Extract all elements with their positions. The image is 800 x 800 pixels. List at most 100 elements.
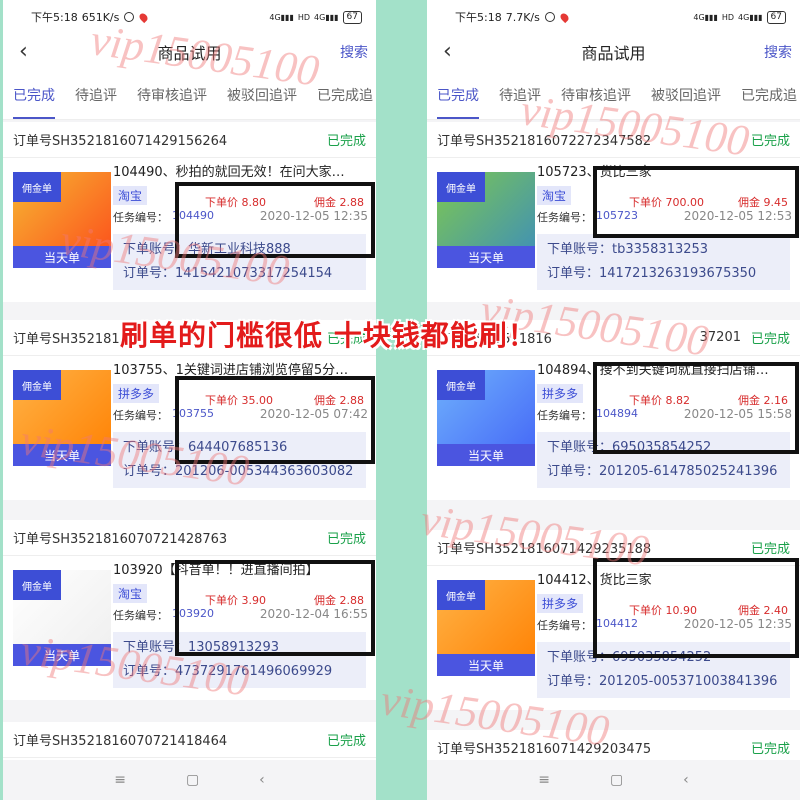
tab-completed-followup[interactable]: 已完成追 bbox=[731, 85, 800, 105]
order-date: 2020-12-05 12:53 bbox=[683, 209, 792, 223]
status-badge: 已完成 bbox=[750, 134, 790, 149]
platform-badge: 淘宝 bbox=[113, 186, 148, 205]
account-box: 下单账号：华新工业科技888 订单号：1415421073317254154 bbox=[113, 234, 366, 290]
status-badge: 已完成 bbox=[326, 734, 366, 749]
account-box: 下单账号：695035854252 订单号：201205-614785025241… bbox=[537, 432, 790, 488]
status-speed: 7.7K/s bbox=[505, 10, 540, 24]
order-number: 订单号SH3521816070721418464 bbox=[13, 734, 228, 749]
task-id: 103755 bbox=[172, 407, 214, 420]
task-label: 任务编号： bbox=[537, 619, 592, 632]
same-day-bar: 当天单 bbox=[437, 444, 535, 466]
platform-badge: 淘宝 bbox=[537, 186, 572, 205]
platform-badge: 拼多多 bbox=[537, 384, 584, 403]
order-account: 下单账号：695035854252 bbox=[547, 440, 712, 455]
product-thumbnail[interactable]: 佣金单 当天单 bbox=[437, 172, 535, 268]
commission-tag: 佣金单 bbox=[437, 172, 485, 202]
back-nav-icon[interactable]: ‹ bbox=[259, 772, 265, 788]
commission-tag: 佣金单 bbox=[13, 570, 61, 600]
order-card[interactable]: 订单号SH3521816070721418464 已完成 bbox=[3, 722, 376, 762]
order-price: 下单价 3.90 bbox=[205, 594, 266, 607]
order-price: 下单价 700.00 bbox=[629, 196, 704, 209]
location-icon bbox=[138, 11, 150, 23]
status-time: 下午5:18 bbox=[31, 11, 78, 24]
order-price: 下单价 10.90 bbox=[629, 604, 697, 617]
task-id: 104490 bbox=[172, 209, 214, 222]
status-time: 下午5:18 bbox=[455, 11, 502, 24]
status-bar: 下午5:18 7.7K/s 4G▮▮▮ HD 4G▮▮▮ 67 bbox=[427, 0, 800, 34]
tab-completed[interactable]: 已完成 bbox=[427, 85, 489, 119]
product-thumbnail[interactable]: 佣金单 当天单 bbox=[13, 172, 111, 268]
order-number: 订单号SH3521816071429203475 bbox=[437, 742, 652, 757]
order-account: 下单账号：644407685136 bbox=[123, 440, 288, 455]
commission-tag: 佣金单 bbox=[13, 370, 61, 400]
order-date: 2020-12-04 16:55 bbox=[259, 607, 368, 621]
tab-reviewing-followup[interactable]: 待审核追评 bbox=[551, 85, 641, 105]
same-day-bar: 当天单 bbox=[13, 444, 111, 466]
order-card[interactable]: 订单号SH3521816070721428763 已完成 佣金单 当天单 10392… bbox=[3, 520, 376, 700]
nav-bar: ‹ 商品试用 搜索 bbox=[3, 34, 376, 70]
status-badge: 已完成 bbox=[750, 542, 790, 557]
product-name: 104894、搜不到关键词就直接扫店铺… bbox=[537, 363, 769, 378]
task-label: 任务编号： bbox=[537, 211, 592, 224]
order-line: 订单号：1417213263193675350 bbox=[547, 266, 757, 281]
order-date: 2020-12-05 12:35 bbox=[259, 209, 368, 223]
order-line: 订单号：1415421073317254154 bbox=[123, 266, 333, 281]
menu-icon[interactable]: ≡ bbox=[114, 772, 126, 788]
product-thumbnail[interactable]: 佣金单 当天单 bbox=[437, 580, 535, 676]
commission: 佣金 2.88 bbox=[314, 394, 364, 407]
product-thumbnail[interactable]: 佣金单 当天单 bbox=[13, 570, 111, 666]
commission: 佣金 2.88 bbox=[314, 196, 364, 209]
order-number: 订单号SH3521816070721428763 bbox=[13, 532, 228, 547]
account-box: 下单账号：695035854252 订单号：201205-005371003841… bbox=[537, 642, 790, 698]
task-label: 任务编号： bbox=[113, 609, 168, 622]
order-number: 订单号SH3521816071429235188 bbox=[437, 542, 652, 557]
menu-icon[interactable]: ≡ bbox=[538, 772, 550, 788]
order-price: 下单价 8.82 bbox=[629, 394, 690, 407]
product-thumbnail[interactable]: 佣金单 当天单 bbox=[13, 370, 111, 466]
home-icon[interactable]: ▢ bbox=[610, 772, 623, 788]
page-title: 商品试用 bbox=[581, 44, 646, 63]
product-name: 103755、1关键词进店铺浏览停留5分… bbox=[113, 363, 349, 378]
tab-completed[interactable]: 已完成 bbox=[3, 85, 65, 119]
order-date: 2020-12-05 07:42 bbox=[259, 407, 368, 421]
order-date: 2020-12-05 12:35 bbox=[683, 617, 792, 631]
background-divider bbox=[376, 0, 427, 800]
platform-badge: 拼多多 bbox=[537, 594, 584, 613]
platform-badge: 拼多多 bbox=[113, 384, 160, 403]
task-label: 任务编号： bbox=[113, 409, 168, 422]
search-button[interactable]: 搜索 bbox=[340, 42, 368, 62]
tab-bar: 已完成 待追评 待审核追评 被驳回追评 已完成追 bbox=[427, 70, 800, 120]
order-number: 订单号SH3521816071429156264 bbox=[13, 134, 228, 149]
order-card[interactable]: 订单号SH3521816071429156264 已完成 佣金单 当天单 10449… bbox=[3, 122, 376, 302]
back-nav-icon[interactable]: ‹ bbox=[683, 772, 689, 788]
system-nav-bar: ≡ ▢ ‹ bbox=[427, 760, 800, 800]
signal-icon-2: 4G▮▮▮ bbox=[314, 12, 339, 22]
search-button[interactable]: 搜索 bbox=[764, 42, 792, 62]
same-day-bar: 当天单 bbox=[13, 644, 111, 666]
task-id: 104412 bbox=[596, 617, 638, 630]
status-badge: 已完成 bbox=[326, 134, 366, 149]
order-card[interactable]: 订单号SH3521816072272347582 已完成 佣金单 当天单 10572… bbox=[427, 122, 800, 302]
product-thumbnail[interactable]: 佣金单 当天单 bbox=[437, 370, 535, 466]
system-nav-bar: ≡ ▢ ‹ bbox=[3, 760, 376, 800]
status-bar: 下午5:18 651K/s 4G▮▮▮ HD 4G▮▮▮ 67 bbox=[3, 0, 376, 34]
order-price: 下单价 35.00 bbox=[205, 394, 273, 407]
order-account: 下单账号：13058913293 bbox=[123, 640, 279, 655]
tab-completed-followup[interactable]: 已完成追 bbox=[307, 85, 376, 105]
phone-screenshot-right: 下午5:18 7.7K/s 4G▮▮▮ HD 4G▮▮▮ 67 ‹ 商品试用 搜… bbox=[427, 0, 800, 800]
order-number-suffix: 37201 bbox=[699, 330, 741, 345]
order-card[interactable]: 订单号SH3521816071429235188 已完成 佣金单 当天单 10441… bbox=[427, 530, 800, 710]
same-day-bar: 当天单 bbox=[437, 246, 535, 268]
tab-rejected-followup[interactable]: 被驳回追评 bbox=[217, 85, 307, 105]
commission: 佣金 2.40 bbox=[738, 604, 788, 617]
task-label: 任务编号： bbox=[537, 409, 592, 422]
tab-pending-followup[interactable]: 待追评 bbox=[65, 85, 127, 105]
commission: 佣金 2.16 bbox=[738, 394, 788, 407]
system-indicators: 4G▮▮▮ HD 4G▮▮▮ 67 bbox=[693, 10, 786, 24]
home-icon[interactable]: ▢ bbox=[186, 772, 199, 788]
tab-pending-followup[interactable]: 待追评 bbox=[489, 85, 551, 105]
signal-icon: 4G▮▮▮ bbox=[693, 12, 718, 22]
tab-rejected-followup[interactable]: 被驳回追评 bbox=[641, 85, 731, 105]
order-line: 订单号：201206-005344363603082 bbox=[123, 464, 354, 479]
tab-reviewing-followup[interactable]: 待审核追评 bbox=[127, 85, 217, 105]
